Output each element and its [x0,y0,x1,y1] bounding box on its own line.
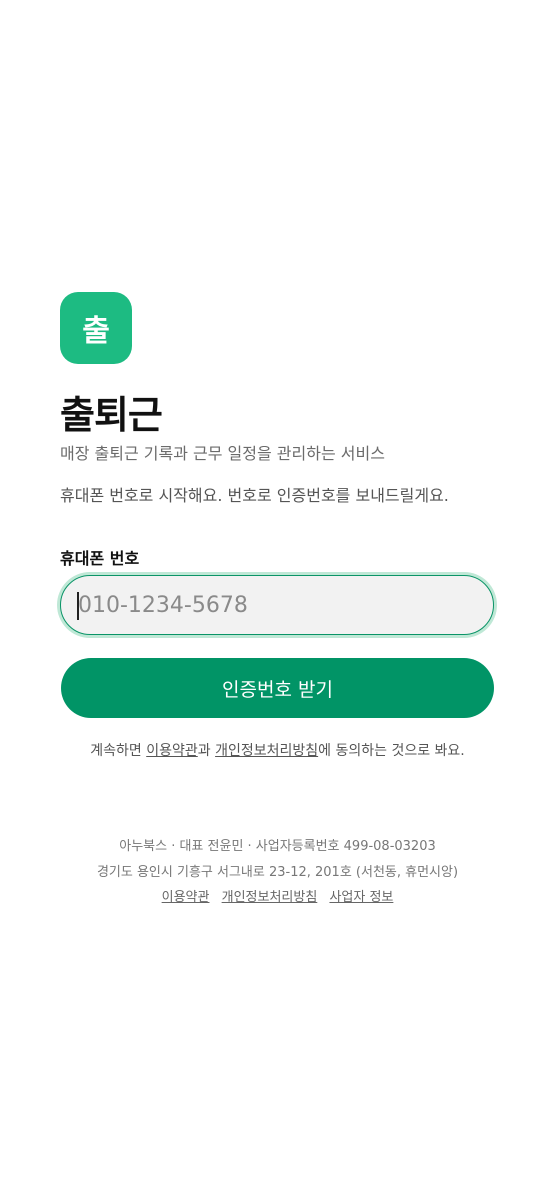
terms-link[interactable]: 이용약관 [146,743,198,759]
consent-middle: 과 [197,743,216,759]
phone-input[interactable] [60,575,494,635]
footer-address: 경기도 용인시 기흥구 서그내로 23-12, 201호 (서천동, 휴먼시앙) [96,865,459,880]
footer-privacy-link[interactable]: 개인정보처리방침 [222,890,318,905]
app-logo: 출 [60,292,132,364]
login-page: 출 출퇴근 매장 출퇴근 기록과 근무 일정을 관리하는 서비스 휴대폰 번호로… [0,0,555,1200]
footer-terms-link[interactable]: 이용약관 [162,890,210,905]
phone-field-focus-ring [57,572,497,638]
consent-suffix: 에 동의하는 것으로 봐요. [318,743,465,759]
privacy-policy-link[interactable]: 개인정보처리방침 [215,743,318,759]
page-subtitle: 매장 출퇴근 기록과 근무 일정을 관리하는 서비스 [60,444,385,463]
footer-business-info-link[interactable]: 사업자 정보 [329,890,393,905]
request-code-button[interactable]: 인증번호 받기 [61,658,494,718]
consent-text: 계속하면 이용약관과 개인정보처리방침에 동의하는 것으로 봐요. [0,740,555,760]
footer-company-info: 아누북스 · 대표 전윤민 · 사업자등록번호 499-08-03203 [119,839,436,854]
footer-links: 이용약관 개인정보처리방침 사업자 정보 [0,886,555,905]
app-logo-glyph: 출 [82,314,110,349]
phone-field-label: 휴대폰 번호 [60,549,140,568]
helper-text: 휴대폰 번호로 시작해요. 번호로 인증번호를 보내드릴게요. [60,486,449,505]
text-caret [77,592,79,620]
consent-prefix: 계속하면 [90,743,147,759]
page-title: 출퇴근 [60,393,163,437]
